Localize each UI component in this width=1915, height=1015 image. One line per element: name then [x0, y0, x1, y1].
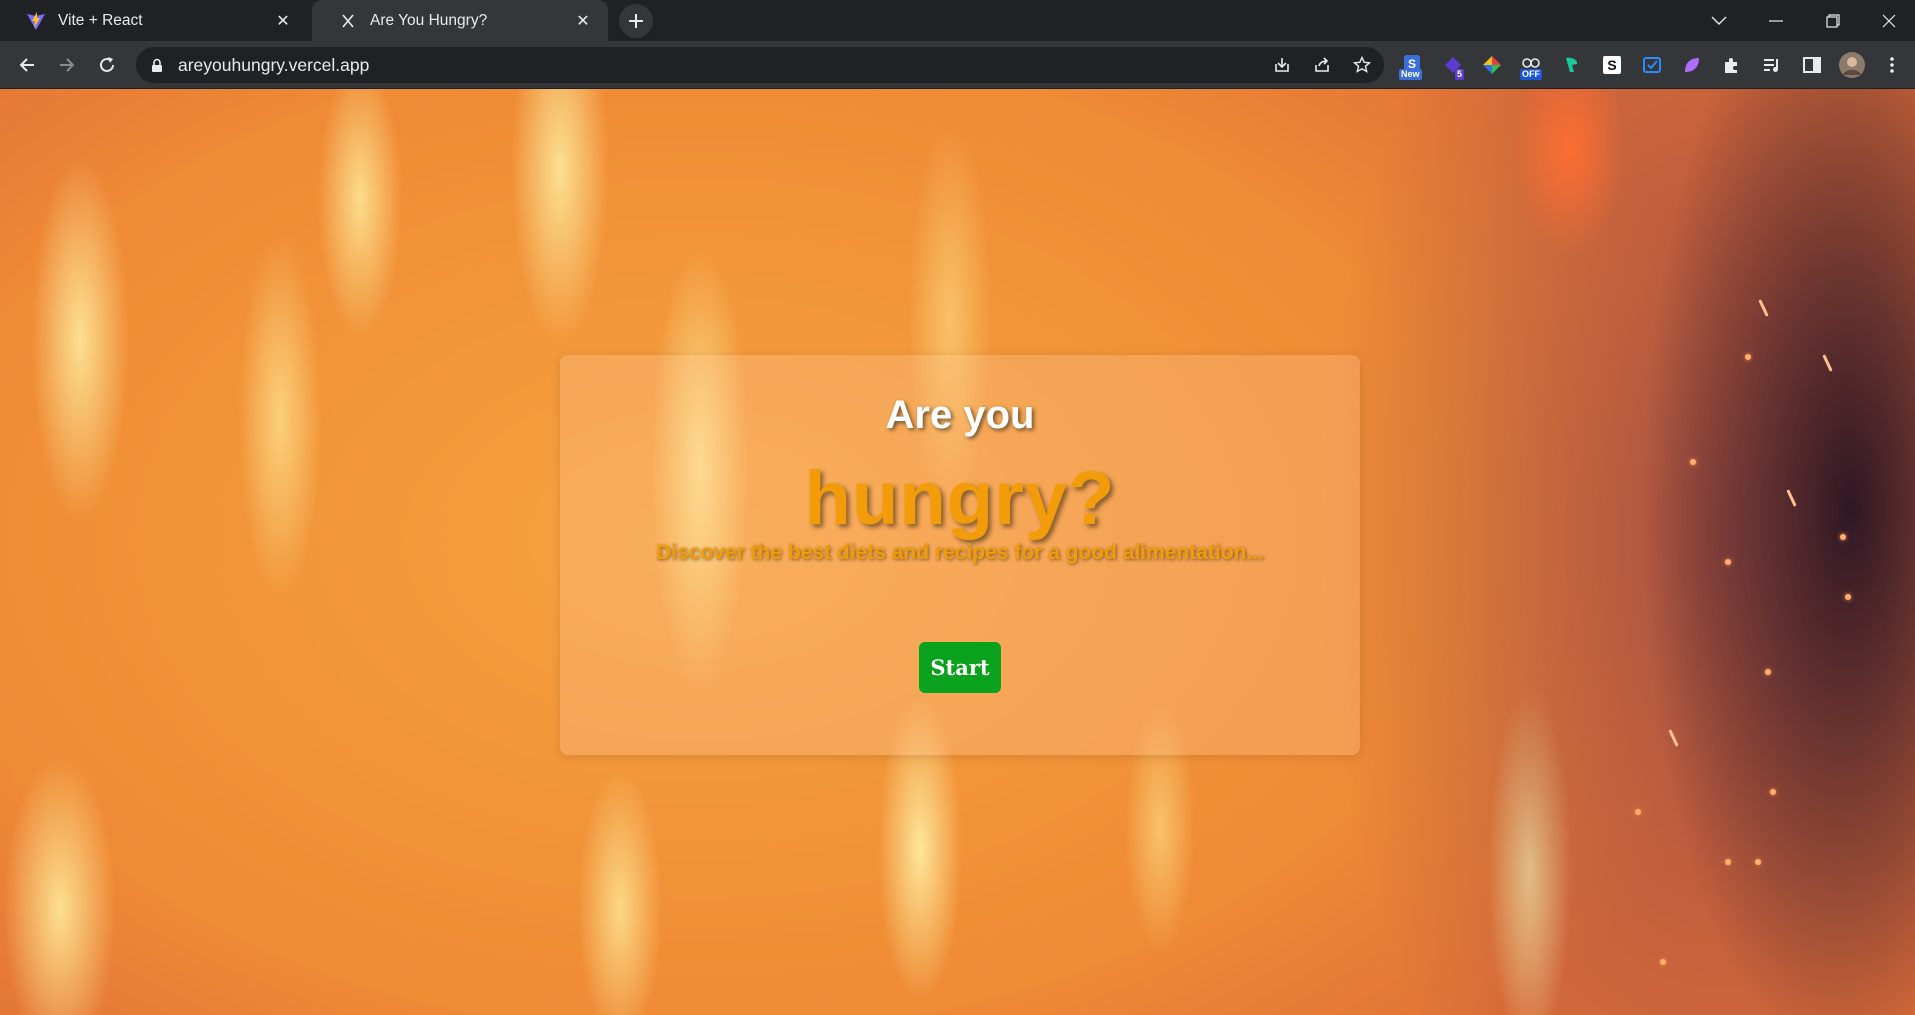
- tab-strip: Vite + React ✕ Are You Hungry? ✕: [0, 0, 1915, 41]
- extension-colorful-icon[interactable]: [1477, 50, 1507, 80]
- extension-badge: 5: [1455, 69, 1465, 80]
- hero-heading-line2: hungry?: [804, 456, 1116, 541]
- url-text: areyouhungry.vercel.app: [178, 54, 370, 75]
- spark-decoration: [1845, 594, 1851, 600]
- hero-tagline: Discover the best diets and recipes for …: [656, 541, 1264, 564]
- spark-decoration: [1690, 459, 1696, 465]
- spark-decoration: [1765, 669, 1771, 675]
- share-button[interactable]: [1306, 49, 1338, 81]
- close-window-icon: [1882, 14, 1895, 27]
- minimize-button[interactable]: [1748, 0, 1804, 41]
- arrow-right-icon: [60, 58, 75, 72]
- spark-decoration: [1786, 489, 1797, 507]
- start-button[interactable]: Start: [919, 642, 1001, 693]
- spark-decoration: [1770, 789, 1776, 795]
- arrow-left-icon: [19, 58, 34, 72]
- share-icon: [1315, 57, 1329, 72]
- back-button[interactable]: [11, 49, 43, 81]
- menu-button[interactable]: [1877, 50, 1907, 80]
- tab-search-button[interactable]: [1691, 0, 1747, 41]
- tab-are-you-hungry[interactable]: Are You Hungry? ✕: [312, 0, 608, 41]
- star-icon: [1353, 56, 1371, 73]
- spark-decoration: [1635, 809, 1641, 815]
- restore-button[interactable]: [1805, 0, 1861, 41]
- lock-icon: [150, 57, 164, 73]
- bookmark-button[interactable]: [1346, 49, 1378, 81]
- chevron-down-icon: [1711, 16, 1727, 25]
- reload-icon: [100, 57, 114, 72]
- spark-decoration: [1758, 299, 1769, 317]
- browser-toolbar: areyouhungry.vercel.app S New 5 OFF S: [0, 41, 1915, 89]
- spark-decoration: [1725, 859, 1731, 865]
- reload-button[interactable]: [91, 49, 123, 81]
- close-icon[interactable]: ✕: [572, 10, 594, 32]
- extension-off-icon[interactable]: OFF: [1516, 50, 1546, 80]
- spark-decoration: [1840, 534, 1846, 540]
- svg-text:S: S: [1607, 57, 1616, 73]
- profile-avatar[interactable]: [1837, 50, 1867, 80]
- spark-decoration: [1755, 859, 1761, 865]
- hero-card: Are you hungry? Discover the best diets …: [560, 355, 1360, 755]
- x-favicon-icon: [338, 11, 358, 31]
- spark-decoration: [1725, 559, 1731, 565]
- extension-badge: OFF: [1520, 69, 1542, 80]
- forward-button[interactable]: [51, 49, 83, 81]
- tab-vite-react[interactable]: Vite + React ✕: [0, 0, 308, 41]
- close-window-button[interactable]: [1862, 0, 1915, 41]
- extension-5-icon[interactable]: 5: [1438, 50, 1468, 80]
- extension-purple-icon[interactable]: [1677, 50, 1707, 80]
- restore-icon: [1826, 13, 1840, 28]
- extension-new-icon[interactable]: S New: [1397, 50, 1427, 80]
- install-icon: [1275, 58, 1289, 72]
- puzzle-icon: [1725, 58, 1737, 73]
- address-bar[interactable]: areyouhungry.vercel.app: [136, 47, 1384, 83]
- close-icon[interactable]: ✕: [272, 10, 294, 32]
- page-background: Are you hungry? Discover the best diets …: [0, 89, 1915, 1015]
- media-controls-button[interactable]: [1757, 50, 1787, 80]
- spark-decoration: [1660, 959, 1666, 965]
- hero-heading-line1: Are you: [885, 393, 1035, 437]
- extension-blue-icon[interactable]: [1637, 50, 1667, 80]
- avatar-icon: [1839, 52, 1865, 78]
- tab-title: Vite + React: [58, 11, 143, 29]
- spark-decoration: [1668, 729, 1679, 747]
- minimize-icon: [1769, 19, 1783, 22]
- tab-title: Are You Hungry?: [370, 11, 488, 29]
- extension-green-icon[interactable]: [1557, 50, 1587, 80]
- side-panel-button[interactable]: [1797, 50, 1827, 80]
- playlist-icon: [1764, 59, 1778, 72]
- plus-icon: [629, 14, 643, 28]
- extension-badge: New: [1399, 69, 1422, 80]
- kebab-menu-icon: [1890, 57, 1894, 73]
- spark-decoration: [1822, 354, 1833, 372]
- new-tab-button[interactable]: [619, 4, 653, 38]
- vite-logo-icon: [26, 11, 46, 31]
- extensions-button[interactable]: [1717, 50, 1747, 80]
- spark-decoration: [1745, 354, 1751, 360]
- install-app-button[interactable]: [1266, 49, 1298, 81]
- extension-s-icon[interactable]: S: [1597, 50, 1627, 80]
- side-panel-icon: [1803, 57, 1821, 73]
